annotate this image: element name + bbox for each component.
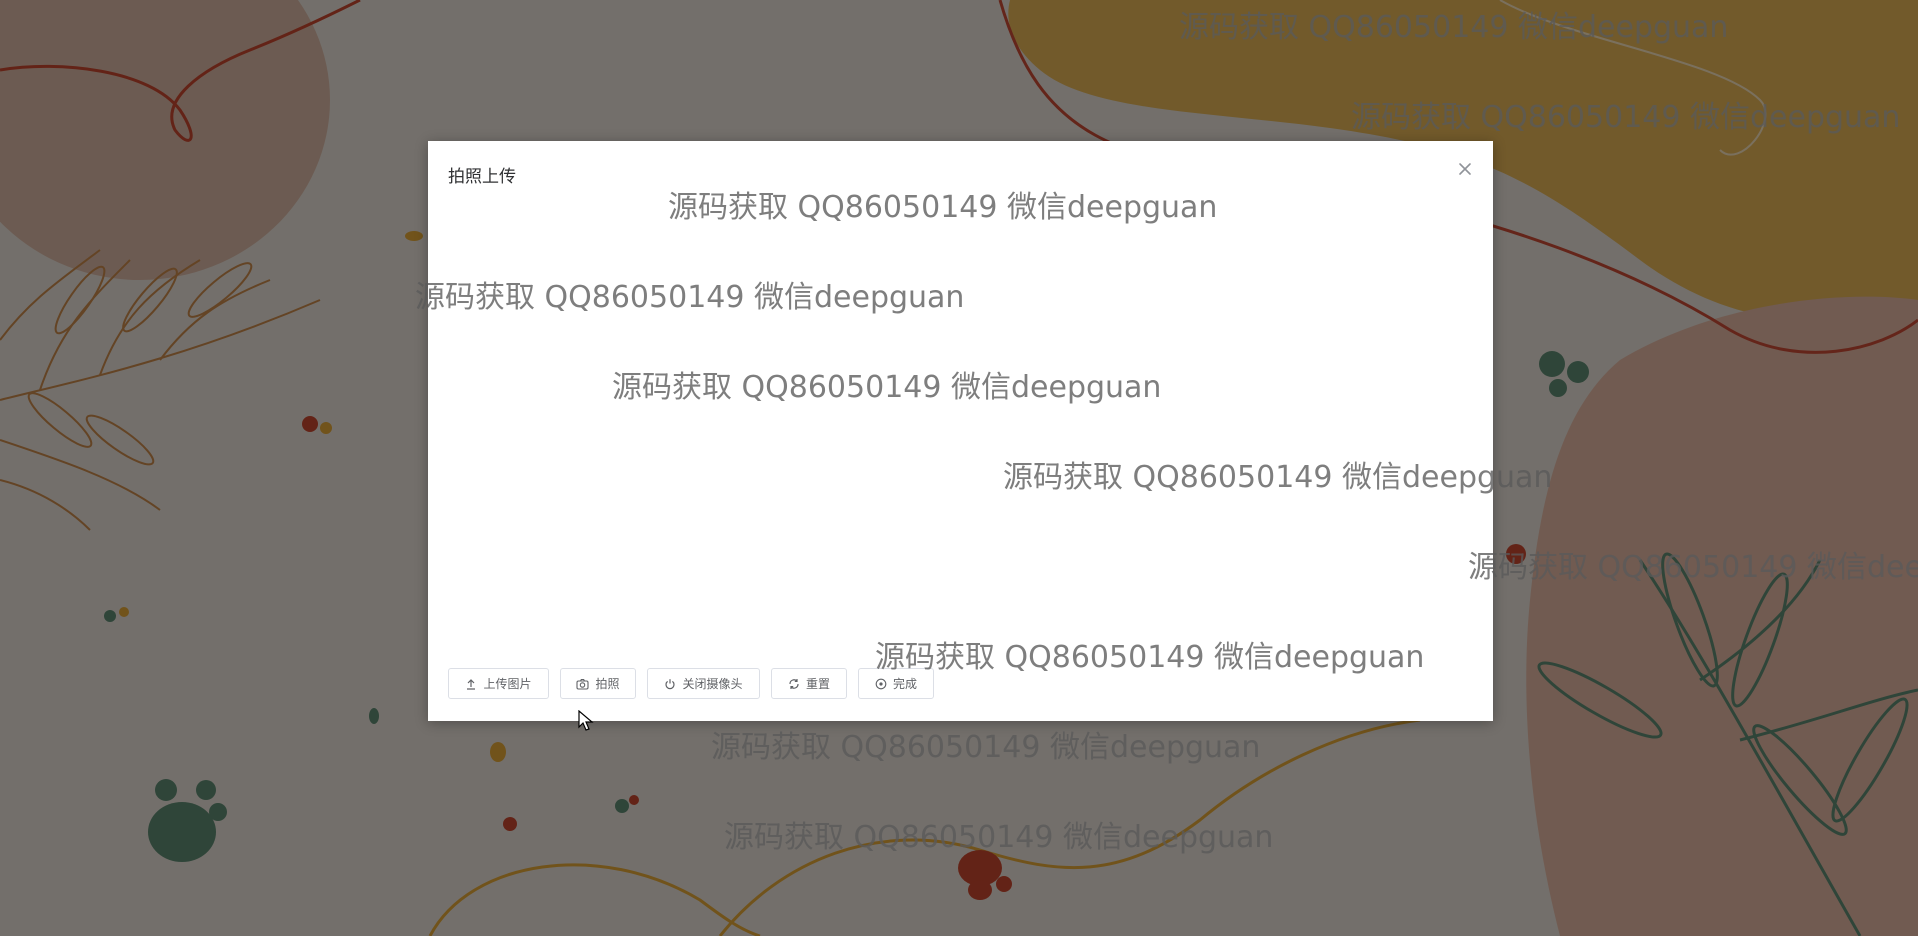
capture-photo-button[interactable]: 拍照: [560, 668, 636, 699]
desktop-screen: 拍照上传 上传图片 拍照 关闭摄像头 重置 完成 源码获取 QQ86050149…: [0, 0, 1918, 936]
power-icon: [665, 678, 676, 689]
camera-icon: [576, 678, 590, 690]
close-camera-button[interactable]: 关闭摄像头: [647, 668, 760, 699]
upload-image-button[interactable]: 上传图片: [448, 668, 549, 699]
close-camera-label: 关闭摄像头: [682, 677, 743, 691]
dialog-toolbar: 上传图片 拍照 关闭摄像头 重置 完成: [448, 668, 934, 699]
capture-photo-label: 拍照: [595, 677, 620, 691]
upload-icon: [467, 678, 476, 690]
dialog-title: 拍照上传: [448, 167, 516, 187]
done-button[interactable]: 完成: [858, 668, 934, 699]
close-button[interactable]: [1455, 159, 1475, 179]
close-icon: [1459, 163, 1471, 175]
done-label: 完成: [892, 677, 917, 691]
mouse-cursor-icon: [578, 710, 594, 731]
refresh-icon: [789, 678, 799, 689]
circle-check-icon: [875, 678, 887, 689]
photo-upload-dialog: 拍照上传 上传图片 拍照 关闭摄像头 重置 完成: [428, 141, 1493, 721]
reset-label: 重置: [805, 677, 830, 691]
upload-image-label: 上传图片: [483, 677, 532, 691]
reset-button[interactable]: 重置: [771, 668, 847, 699]
